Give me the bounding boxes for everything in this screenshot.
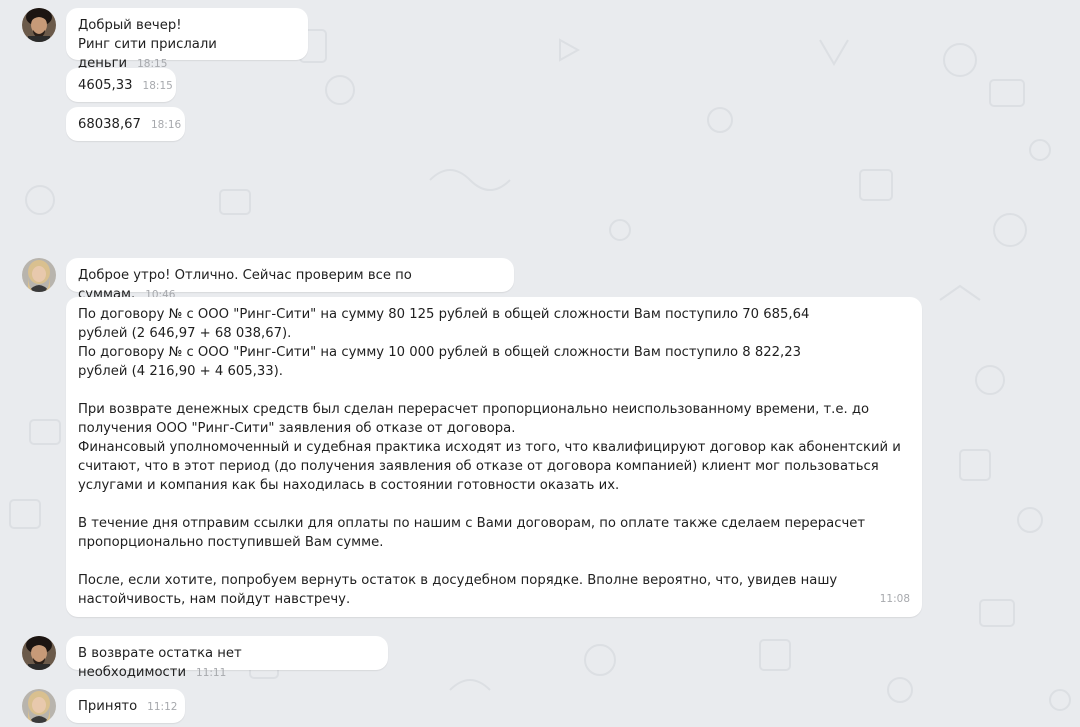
- message-bubble[interactable]: 4605,33 18:15: [66, 68, 176, 102]
- message-paragraph: При возврате денежных средств был сделан…: [78, 402, 901, 493]
- message-text: Добрый вечер!: [78, 18, 182, 33]
- message-bubble[interactable]: Добрый вечер! Ринг сити прислали деньги 1…: [66, 8, 308, 71]
- avatar-man-dark-hair-icon: [22, 8, 56, 42]
- agent-avatar[interactable]: [22, 689, 56, 723]
- client-avatar[interactable]: [22, 636, 56, 670]
- message-bubble[interactable]: 68038,67 18:16: [66, 107, 185, 141]
- message-time: 11:12: [147, 701, 178, 713]
- message-bubble[interactable]: В возврате остатка нет необходимости 11:1…: [66, 636, 388, 680]
- message-time: 18:15: [142, 80, 173, 92]
- message-time: 11:08: [879, 593, 910, 605]
- message-bubble[interactable]: Принято 11:12: [66, 689, 185, 723]
- agent-avatar[interactable]: [22, 258, 56, 292]
- avatar-man-dark-hair-icon: [22, 636, 56, 670]
- message-paragraph: В течение дня отправим ссылки для оплаты…: [78, 516, 866, 550]
- message-text: 4605,33: [78, 78, 133, 93]
- avatar-woman-blonde-icon: [22, 689, 56, 723]
- message-bubble[interactable]: Доброе утро! Отлично. Сейчас проверим вс…: [66, 258, 514, 302]
- message-paragraph: После, если хотите, попробуем вернуть ос…: [78, 573, 838, 607]
- message-paragraph: По договору № с ООО "Ринг-Сити" на сумму…: [78, 307, 810, 379]
- message-text: Принято: [78, 699, 138, 714]
- message-bubble-long[interactable]: По договору № с ООО "Ринг-Сити" на сумму…: [66, 297, 922, 617]
- client-avatar[interactable]: [22, 8, 56, 42]
- message-time: 11:11: [196, 667, 227, 679]
- message-time: 18:16: [150, 119, 182, 131]
- message-text: 68038,67: [78, 117, 141, 132]
- avatar-woman-blonde-icon: [22, 258, 56, 292]
